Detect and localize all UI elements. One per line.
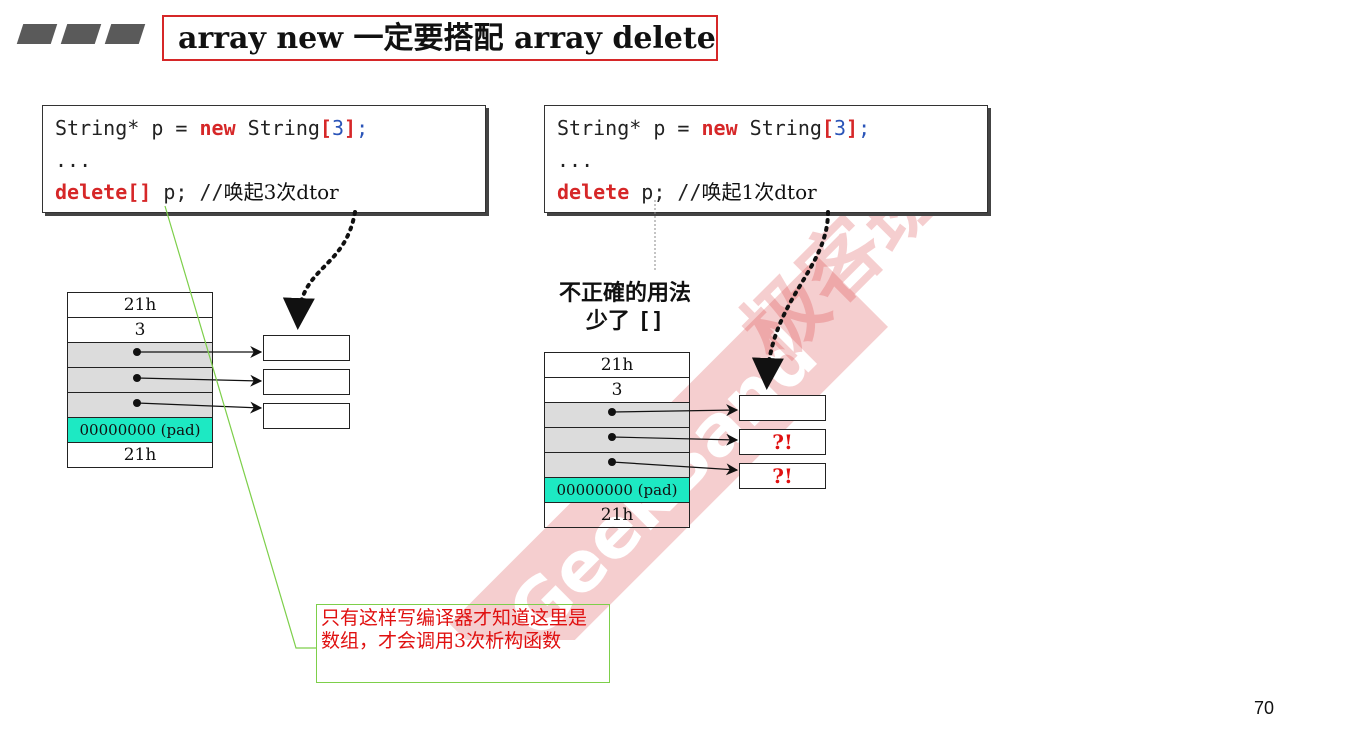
pointer-arrow [611, 461, 739, 476]
connector-overlay [133, 200, 830, 649]
right-pointer-arrows [608, 404, 739, 476]
pointer-arrow [136, 374, 263, 387]
pointer-arrow [136, 401, 263, 414]
left-dtor-dotted-arrow [282, 210, 357, 330]
pointer-arrow [611, 404, 739, 417]
left-pointer-arrows [133, 346, 263, 414]
pointer-arrow [611, 433, 739, 446]
right-dtor-dotted-arrow [751, 210, 830, 390]
note-leader-line [164, 205, 316, 649]
